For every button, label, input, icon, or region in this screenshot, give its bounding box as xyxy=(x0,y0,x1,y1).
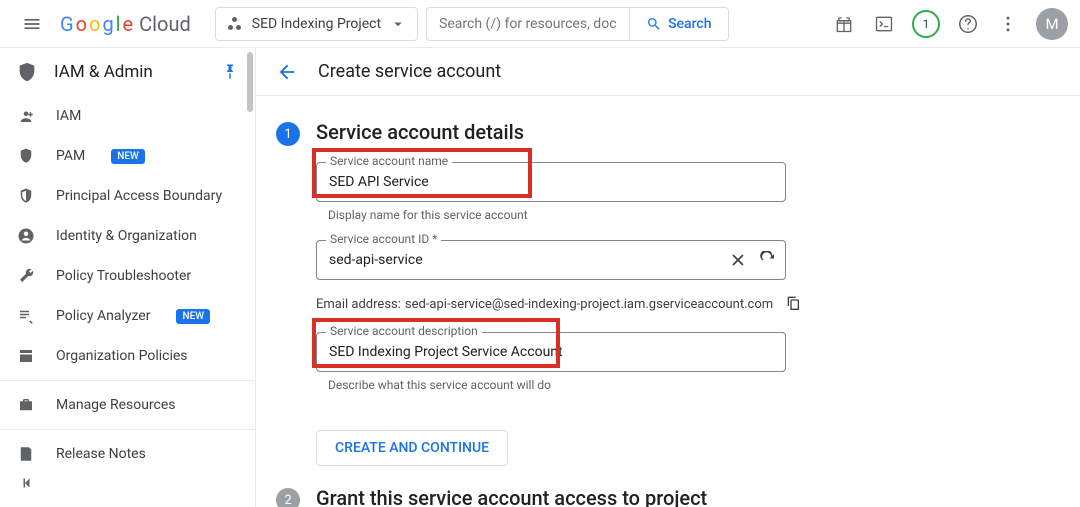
gift-icon[interactable] xyxy=(832,12,856,36)
search-button[interactable]: Search xyxy=(629,8,727,40)
copy-icon[interactable] xyxy=(783,294,803,314)
main-content: Create service account 1 Service account… xyxy=(256,48,1080,507)
service-account-id-input[interactable] xyxy=(316,240,786,280)
sidebar-item-analyzer[interactable]: Policy Analyzer NEW xyxy=(0,296,255,336)
briefcase-icon xyxy=(16,395,36,415)
more-icon[interactable] xyxy=(996,12,1020,36)
header-actions: 1 M xyxy=(832,8,1068,40)
sidebar-item-label: Identity & Organization xyxy=(56,228,197,244)
project-icon xyxy=(226,15,244,33)
service-account-desc-input[interactable] xyxy=(316,332,786,372)
new-badge: NEW xyxy=(111,149,145,164)
top-header: Google Cloud SED Indexing Project Search… xyxy=(0,0,1080,48)
desc-field-label: Service account description xyxy=(326,324,482,338)
sidebar-item-org-policies[interactable]: Organization Policies xyxy=(0,336,255,376)
sidebar-item-label: Organization Policies xyxy=(56,348,188,364)
cloud-shell-icon[interactable] xyxy=(872,12,896,36)
iam-admin-icon xyxy=(16,61,38,83)
sidebar-item-label: Policy Troubleshooter xyxy=(56,268,191,284)
sidebar-item-label: Manage Resources xyxy=(56,397,176,413)
email-value: sed-api-service@sed-indexing-project.iam… xyxy=(405,297,773,312)
name-field-label: Service account name xyxy=(326,154,452,168)
project-name: SED Indexing Project xyxy=(252,16,381,32)
new-badge: NEW xyxy=(176,309,210,324)
sidebar-item-pam[interactable]: PAM NEW xyxy=(0,136,255,176)
search-box: Search xyxy=(426,7,728,41)
sidebar-item-label: IAM xyxy=(56,108,81,124)
name-field-hint: Display name for this service account xyxy=(328,208,1056,222)
clear-icon[interactable] xyxy=(728,250,748,270)
project-selector[interactable]: SED Indexing Project xyxy=(215,7,418,41)
person-circle-icon xyxy=(16,226,36,246)
help-icon[interactable] xyxy=(956,12,980,36)
create-and-continue-button[interactable]: CREATE AND CONTINUE xyxy=(316,430,508,466)
step-1: 1 Service account details Service accoun… xyxy=(276,120,1056,466)
pin-icon[interactable] xyxy=(221,63,239,81)
shield-lock-icon xyxy=(16,146,36,166)
search-input[interactable] xyxy=(427,16,629,32)
notifications-badge[interactable]: 1 xyxy=(912,10,940,38)
sidebar-item-label: Release Notes xyxy=(56,446,146,462)
sidebar-item-manage-resources[interactable]: Manage Resources xyxy=(0,385,255,425)
org-icon xyxy=(16,346,36,366)
collapse-sidebar-button[interactable] xyxy=(12,467,44,499)
chevron-down-icon xyxy=(389,15,407,33)
scrollbar-thumb[interactable] xyxy=(247,52,253,112)
google-cloud-logo[interactable]: Google Cloud xyxy=(60,12,191,36)
sidebar-item-label: Principal Access Boundary xyxy=(56,188,222,204)
step-1-title: Service account details xyxy=(316,120,1056,144)
people-add-icon xyxy=(16,106,36,126)
sidebar-title: IAM & Admin xyxy=(54,62,205,82)
sidebar-item-label: PAM xyxy=(56,148,85,164)
email-label: Email address: xyxy=(316,297,401,312)
sidebar-item-troubleshooter[interactable]: Policy Troubleshooter xyxy=(0,256,255,296)
step-number-2: 2 xyxy=(276,488,300,507)
search-icon xyxy=(646,16,662,32)
sidebar-item-identity[interactable]: Identity & Organization xyxy=(0,216,255,256)
notes-icon xyxy=(16,444,36,464)
sidebar-item-pab[interactable]: Principal Access Boundary xyxy=(0,176,255,216)
refresh-icon[interactable] xyxy=(758,250,778,270)
back-arrow-icon[interactable] xyxy=(276,61,298,83)
desc-field-hint: Describe what this service account will … xyxy=(328,378,1056,392)
boundary-icon xyxy=(16,186,36,206)
wrench-icon xyxy=(16,266,36,286)
list-search-icon xyxy=(16,306,36,326)
id-field-label: Service account ID * xyxy=(326,232,441,246)
step-number-1: 1 xyxy=(276,122,300,146)
sidebar-item-iam[interactable]: IAM xyxy=(0,96,255,136)
step-2-title: Grant this service account access to pro… xyxy=(316,486,1056,507)
sidebar-item-label: Policy Analyzer xyxy=(56,308,150,324)
page-header: Create service account xyxy=(256,48,1080,96)
email-line: Email address: sed-api-service@sed-index… xyxy=(316,294,1056,314)
step-2: 2 Grant this service account access to p… xyxy=(276,486,1056,507)
page-title: Create service account xyxy=(318,61,501,82)
service-account-name-input[interactable] xyxy=(316,162,786,202)
menu-icon[interactable] xyxy=(12,4,52,44)
sidebar: IAM & Admin IAM PAM NEW Principal Access… xyxy=(0,48,256,507)
avatar[interactable]: M xyxy=(1036,8,1068,40)
sidebar-header: IAM & Admin xyxy=(0,48,255,96)
